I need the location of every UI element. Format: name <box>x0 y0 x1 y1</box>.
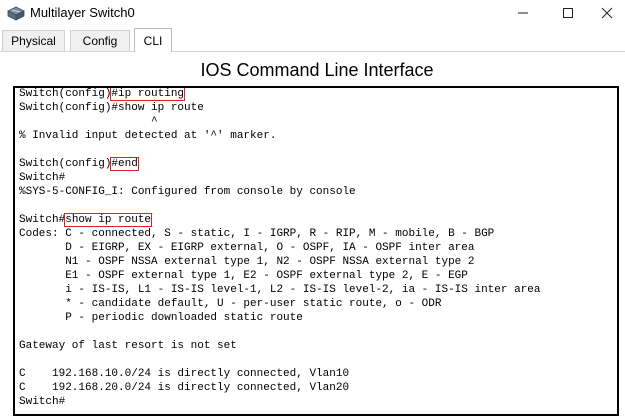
terminal-line: P - periodic downloaded static route <box>19 311 541 325</box>
terminal-output[interactable]: Switch(config)#ip routing Switch(config)#… <box>13 86 619 416</box>
terminal-line: D - EIGRP, EX - EIGRP external, O - OSPF… <box>19 241 541 255</box>
terminal-line: % Invalid input detected at '^' marker. <box>19 129 541 143</box>
minimize-button[interactable] <box>512 3 534 23</box>
terminal-text: i - IS-IS, L1 - IS-IS level-1, L2 - IS-I… <box>19 284 541 296</box>
terminal-text: Switch# <box>19 172 66 184</box>
terminal-text: Switch# <box>19 396 66 408</box>
highlighted-command: #ip routing <box>110 88 186 101</box>
minimize-icon <box>518 12 528 14</box>
terminal-line: * - candidate default, U - per-user stat… <box>19 297 541 311</box>
cli-title: IOS Command Line Interface <box>200 60 434 80</box>
terminal-line: Switch(config)#show ip route <box>19 101 541 115</box>
terminal-text: Switch(config) <box>19 88 112 100</box>
terminal-text: ^ <box>19 116 158 128</box>
terminal-line: ^ <box>19 115 541 129</box>
terminal-text: % Invalid input detected at '^' marker. <box>19 130 277 142</box>
title-bar: Multilayer Switch0 <box>0 0 625 28</box>
window-title: Multilayer Switch0 <box>30 5 135 20</box>
terminal-text: D - EIGRP, EX - EIGRP external, O - OSPF… <box>19 242 475 254</box>
highlighted-command: show ip route <box>64 213 153 227</box>
terminal-text: Switch# <box>19 214 66 226</box>
terminal-text: C 192.168.10.0/24 is directly connected,… <box>19 368 350 380</box>
tab-divider <box>0 51 625 52</box>
terminal-line: Codes: C - connected, S - static, I - IG… <box>19 227 541 241</box>
highlighted-command: #end <box>110 157 139 171</box>
terminal-line: Switch# <box>19 395 541 409</box>
terminal-text: Gateway of last resort is not set <box>19 340 237 352</box>
terminal-text: Switch(config) <box>19 158 112 170</box>
close-button[interactable] <box>596 3 618 23</box>
close-icon <box>601 7 613 19</box>
terminal-line: Switch(config)#end <box>19 157 541 171</box>
tab-config[interactable]: Config <box>70 30 130 51</box>
terminal-line: Switch# <box>19 171 541 185</box>
terminal-line: Switch(config)#ip routing <box>19 88 541 101</box>
switch-icon <box>7 5 25 21</box>
terminal-text: N1 - OSPF NSSA external type 1, N2 - OSP… <box>19 256 475 268</box>
terminal-text: %SYS-5-CONFIG_I: Configured from console… <box>19 186 356 198</box>
terminal-text: C 192.168.20.0/24 is directly connected,… <box>19 382 350 394</box>
terminal-line: i - IS-IS, L1 - IS-IS level-1, L2 - IS-I… <box>19 283 541 297</box>
terminal-text: Switch(config)#show ip route <box>19 102 204 114</box>
terminal-line: %SYS-5-CONFIG_I: Configured from console… <box>19 185 541 199</box>
terminal-line: Switch#show ip route <box>19 213 541 227</box>
terminal-line: C 192.168.20.0/24 is directly connected,… <box>19 381 541 395</box>
tab-physical[interactable]: Physical <box>2 30 65 51</box>
terminal-text: * - candidate default, U - per-user stat… <box>19 298 442 310</box>
tab-cli[interactable]: CLI <box>134 28 172 52</box>
terminal-line: N1 - OSPF NSSA external type 1, N2 - OSP… <box>19 255 541 269</box>
terminal-text: Codes: C - connected, S - static, I - IG… <box>19 228 495 240</box>
terminal-line: C 192.168.10.0/24 is directly connected,… <box>19 367 541 381</box>
maximize-button[interactable] <box>557 3 579 23</box>
terminal-text: P - periodic downloaded static route <box>19 312 303 324</box>
terminal-text: E1 - OSPF external type 1, E2 - OSPF ext… <box>19 270 468 282</box>
maximize-icon <box>563 8 573 18</box>
terminal-lines: Switch(config)#ip routing Switch(config)#… <box>19 88 541 409</box>
terminal-line: Gateway of last resort is not set <box>19 339 541 353</box>
terminal-line: E1 - OSPF external type 1, E2 - OSPF ext… <box>19 269 541 283</box>
